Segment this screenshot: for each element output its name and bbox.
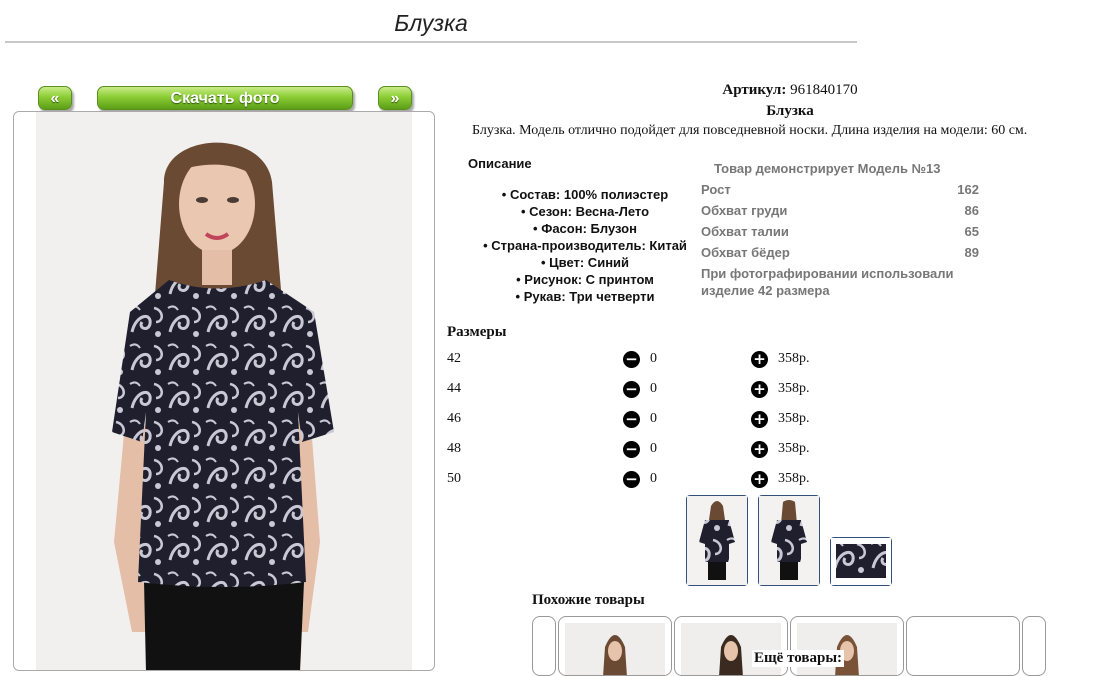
size-row: 48 − 0 + 358р. bbox=[447, 441, 867, 471]
similar-next[interactable] bbox=[1022, 616, 1046, 676]
similar-prev[interactable] bbox=[532, 616, 556, 676]
model-row-value: 65 bbox=[964, 224, 979, 239]
model-row-label: Обхват талии bbox=[701, 224, 789, 239]
similar-heading: Похожие товары bbox=[532, 592, 645, 608]
model-row-value: 89 bbox=[964, 245, 979, 260]
title-divider bbox=[5, 41, 857, 43]
more-heading: Ещё товары: bbox=[752, 650, 845, 667]
description-heading: Описание bbox=[468, 156, 532, 171]
model-hips-row: Обхват бёдер 89 bbox=[701, 245, 979, 260]
article-label: Артикул: bbox=[722, 82, 787, 98]
list-item: Фасон: Блузон bbox=[465, 220, 705, 237]
similar-item[interactable] bbox=[674, 616, 788, 676]
plus-circle-icon[interactable]: + bbox=[751, 441, 768, 458]
quantity-value: 0 bbox=[650, 351, 657, 366]
thumbnail-fabric[interactable] bbox=[830, 537, 892, 586]
quantity-value: 0 bbox=[650, 381, 657, 396]
model-waist-row: Обхват талии 65 bbox=[701, 224, 979, 239]
model-note-line1: При фотографировании использовали bbox=[701, 266, 954, 281]
plus-circle-icon[interactable]: + bbox=[751, 471, 768, 488]
price: 358р. bbox=[778, 411, 810, 426]
plus-circle-icon[interactable]: + bbox=[751, 381, 768, 398]
price: 358р. bbox=[778, 471, 810, 486]
model-row-label: Обхват груди bbox=[701, 203, 788, 218]
next-photo-button[interactable]: » bbox=[378, 86, 412, 110]
model-note-line2: изделие 42 размера bbox=[701, 283, 830, 298]
model-row-label: Рост bbox=[701, 182, 731, 197]
model-heading: Товар демонстрирует Модель №13 bbox=[714, 161, 941, 176]
size-label: 50 bbox=[447, 471, 461, 486]
article: Артикул: 961840170 bbox=[690, 82, 890, 99]
sizes-heading: Размеры bbox=[447, 324, 507, 340]
plus-circle-icon[interactable]: + bbox=[751, 411, 768, 428]
model-row-value: 162 bbox=[957, 182, 979, 197]
list-item: Страна-производитель: Китай bbox=[465, 237, 705, 254]
thumbnail-back[interactable] bbox=[758, 495, 820, 586]
price: 358р. bbox=[778, 351, 810, 366]
similar-item[interactable] bbox=[906, 616, 1020, 676]
size-label: 48 bbox=[447, 441, 461, 456]
list-item: Состав: 100% полиэстер bbox=[465, 186, 705, 203]
size-label: 42 bbox=[447, 351, 461, 366]
model-height-row: Рост 162 bbox=[701, 182, 979, 197]
product-summary: Блузка. Модель отлично подойдет для повс… bbox=[472, 123, 1028, 138]
similar-item[interactable] bbox=[558, 616, 672, 676]
minus-circle-icon[interactable]: − bbox=[623, 441, 640, 458]
description-list: Состав: 100% полиэстер Сезон: Весна-Лето… bbox=[465, 186, 705, 305]
plus-circle-icon[interactable]: + bbox=[751, 351, 768, 368]
size-row: 42 − 0 + 358р. bbox=[447, 351, 867, 381]
download-photo-button[interactable]: Скачать фото bbox=[97, 86, 353, 110]
minus-circle-icon[interactable]: − bbox=[623, 471, 640, 488]
list-item: Рисунок: С принтом bbox=[465, 271, 705, 288]
model-chest-row: Обхват груди 86 bbox=[701, 203, 979, 218]
thumbnail-front[interactable] bbox=[686, 495, 748, 586]
list-item: Рукав: Три четверти bbox=[465, 288, 705, 305]
model-row-value: 86 bbox=[964, 203, 979, 218]
minus-circle-icon[interactable]: − bbox=[623, 411, 640, 428]
page-title: Блузка bbox=[394, 10, 468, 36]
minus-circle-icon[interactable]: − bbox=[623, 351, 640, 368]
price: 358р. bbox=[778, 381, 810, 396]
price: 358р. bbox=[778, 441, 810, 456]
quantity-value: 0 bbox=[650, 471, 657, 486]
product-photo bbox=[112, 142, 334, 670]
similar-item[interactable] bbox=[790, 616, 904, 676]
size-row: 46 − 0 + 358р. bbox=[447, 411, 867, 441]
prev-photo-button[interactable]: « bbox=[38, 86, 72, 110]
list-item: Сезон: Весна-Лето bbox=[465, 203, 705, 220]
model-row-label: Обхват бёдер bbox=[701, 245, 790, 260]
size-label: 46 bbox=[447, 411, 461, 426]
main-photo-frame bbox=[13, 111, 435, 671]
product-name: Блузка bbox=[766, 103, 814, 119]
size-row: 44 − 0 + 358р. bbox=[447, 381, 867, 411]
quantity-value: 0 bbox=[650, 441, 657, 456]
minus-circle-icon[interactable]: − bbox=[623, 381, 640, 398]
quantity-value: 0 bbox=[650, 411, 657, 426]
size-label: 44 bbox=[447, 381, 461, 396]
list-item: Цвет: Синий bbox=[465, 254, 705, 271]
article-value: 961840170 bbox=[790, 82, 858, 98]
